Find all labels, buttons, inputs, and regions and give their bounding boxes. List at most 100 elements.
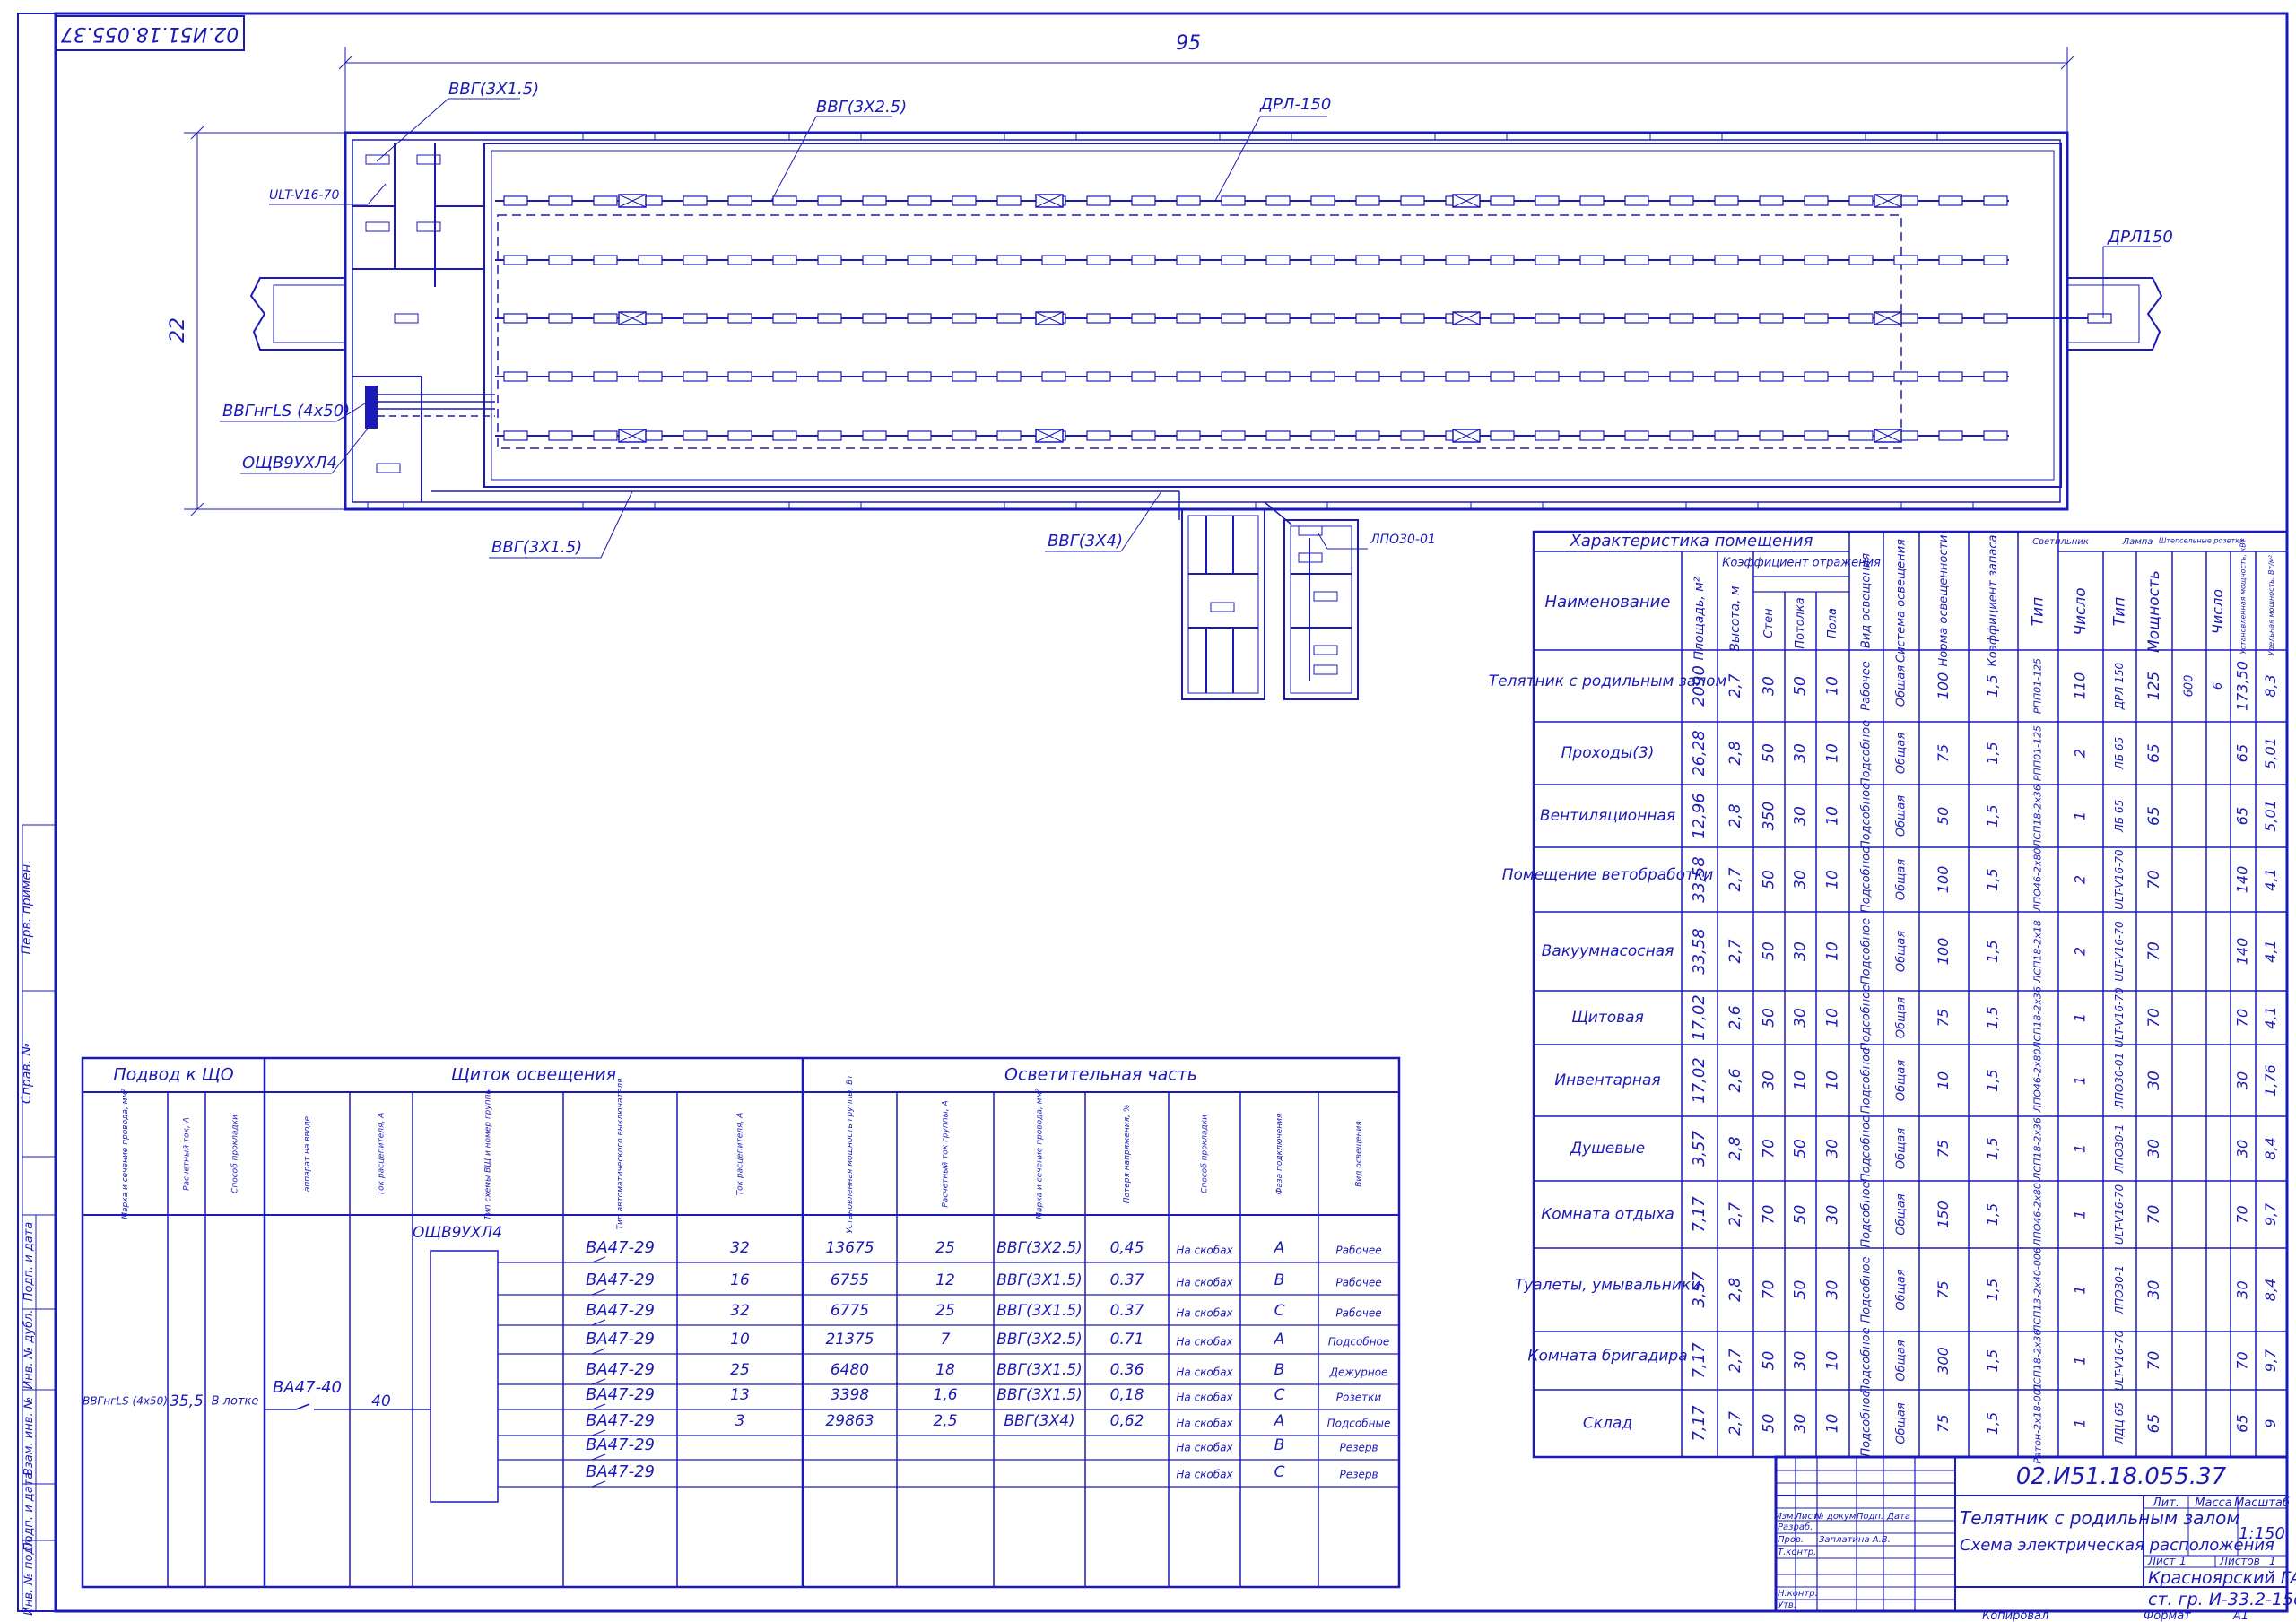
group-cable: ВВГ(3Х1.5) (996, 1302, 1083, 1320)
room-ltype: ULT-V16-70 (2113, 1331, 2126, 1392)
room-scount: 6 (2212, 682, 2225, 690)
group-kind: Резерв (1339, 1469, 1378, 1481)
room-area: 3,57 (1690, 1130, 1709, 1167)
column-header: Высота, м (1728, 585, 1743, 652)
luminaire (1355, 313, 1380, 324)
room-kind: Подсобное (1860, 1115, 1874, 1182)
group-current: 25 (935, 1302, 955, 1320)
luminaire (1535, 255, 1560, 265)
group-current: 25 (935, 1239, 955, 1257)
length-dimension: 95 (1176, 32, 1201, 55)
luminaire (1759, 430, 1784, 441)
room-norm: 100 (1935, 672, 1952, 700)
tb-role-label: Пров. (1778, 1535, 1804, 1545)
feed-breaker: ВА47-40 (273, 1378, 342, 1397)
luminaire (1176, 430, 1201, 441)
luminaire (683, 255, 708, 265)
group-phase: А (1274, 1239, 1285, 1257)
group-power: 3398 (831, 1386, 869, 1404)
luminaire (1983, 430, 2008, 441)
column-header: Площадь, м² (1692, 577, 1707, 660)
room-reserve: 1,5 (1984, 1203, 2001, 1226)
label-cable-vvg-3x25: ВВГ(3Х2.5) (816, 98, 907, 117)
group-breaker: ВА47-29 (586, 1330, 655, 1349)
luminaire (1131, 255, 1156, 265)
luminaire (996, 430, 1022, 441)
column-header: Стен (1762, 608, 1776, 638)
group-trip: 32 (730, 1302, 750, 1320)
luminaire (817, 313, 842, 324)
room-lpower: 30 (2145, 1139, 2163, 1158)
room-area: 3,57 (1690, 1271, 1709, 1308)
luminaire (1624, 313, 1649, 324)
luminaire (1804, 195, 1829, 206)
room-floor: 10 (1824, 743, 1842, 763)
feed-method: В лотке (212, 1395, 259, 1409)
luminaire (1535, 313, 1560, 324)
group-power: 6775 (831, 1302, 869, 1320)
annex-rooms (1181, 508, 1359, 700)
room-height: 2,7 (1726, 1349, 1744, 1373)
room-specific: 4,1 (2262, 1006, 2279, 1028)
room-specific: 4,1 (2262, 940, 2279, 962)
room-kind: Подсобное (1860, 918, 1874, 984)
room-walls: 50 (1761, 1414, 1779, 1434)
side-stamp-label: Инв. № дубл. (22, 1310, 36, 1390)
room-name: Инвентарная (1554, 1071, 1660, 1089)
group-kind: Подсобные (1327, 1418, 1391, 1430)
group-method: На скобах (1176, 1245, 1233, 1257)
panel-table: Подвод к ЩО Щиток освещения Осветительная … (81, 1056, 1401, 1589)
room-reserve: 1,5 (1984, 1137, 2001, 1159)
room-floor: 10 (1824, 1071, 1842, 1090)
column-header: Коэффициент запаса (1987, 534, 2000, 666)
column-header: Пола (1826, 608, 1839, 638)
tb-role-label: Н.контр. (1778, 1589, 1818, 1599)
luminaire (1490, 255, 1515, 265)
room-floor: 10 (1824, 676, 1842, 696)
luminaire (772, 313, 797, 324)
luminaire (548, 313, 573, 324)
room-installed: 173,50 (2234, 661, 2251, 711)
room-norm: 100 (1935, 938, 1952, 966)
luminaire (1221, 255, 1246, 265)
room-specific: 1,76 (2262, 1064, 2279, 1097)
room-area: 7,17 (1690, 1196, 1709, 1233)
room-lpower: 70 (2145, 1351, 2163, 1371)
tb-lit: Лит. (2152, 1496, 2179, 1510)
room-norm: 100 (1935, 866, 1952, 894)
group-phase: А (1274, 1412, 1285, 1430)
luminaire (952, 195, 977, 206)
luminaire (1669, 195, 1694, 206)
luminaire (1669, 371, 1694, 382)
room-height: 2,7 (1726, 1411, 1744, 1436)
luminaire (907, 430, 932, 441)
room-system: Общая (1895, 665, 1909, 707)
tb-sheet: Лист (2147, 1555, 2176, 1567)
luminaire (1938, 313, 1963, 324)
feed-current: 35,5 (170, 1392, 204, 1410)
table-grid-line (295, 1403, 310, 1410)
room-system: Общая (1895, 1402, 1909, 1444)
room-reserve: 1,5 (1984, 1412, 2001, 1435)
room-reserve: 1,5 (1984, 1279, 2001, 1301)
room-lpower: 30 (2145, 1280, 2163, 1300)
room-fcount: 110 (2072, 672, 2089, 700)
luminaire (1221, 371, 1246, 382)
group-power: 21375 (825, 1331, 874, 1349)
room-area: 33,58 (1690, 928, 1709, 975)
luminaire (1086, 430, 1111, 441)
group-breaker: ВА47-29 (586, 1360, 655, 1379)
room-name: Проходы(3) (1561, 744, 1655, 762)
room-ceiling: 30 (1792, 941, 1810, 961)
tb-sheets-no: 1 (2269, 1555, 2276, 1567)
room-height: 2,7 (1726, 939, 1744, 963)
room-walls: 70 (1761, 1280, 1779, 1300)
room-ceiling: 50 (1792, 1280, 1810, 1300)
luminaire (772, 255, 797, 265)
room-fcount: 2 (2072, 947, 2089, 956)
room-kind: Подсобное (1860, 1327, 1874, 1393)
room-table-title: Характеристика помещения (1570, 532, 1813, 551)
room-fcount: 2 (2072, 749, 2089, 758)
luminaire (727, 195, 752, 206)
luminaire (1355, 195, 1380, 206)
